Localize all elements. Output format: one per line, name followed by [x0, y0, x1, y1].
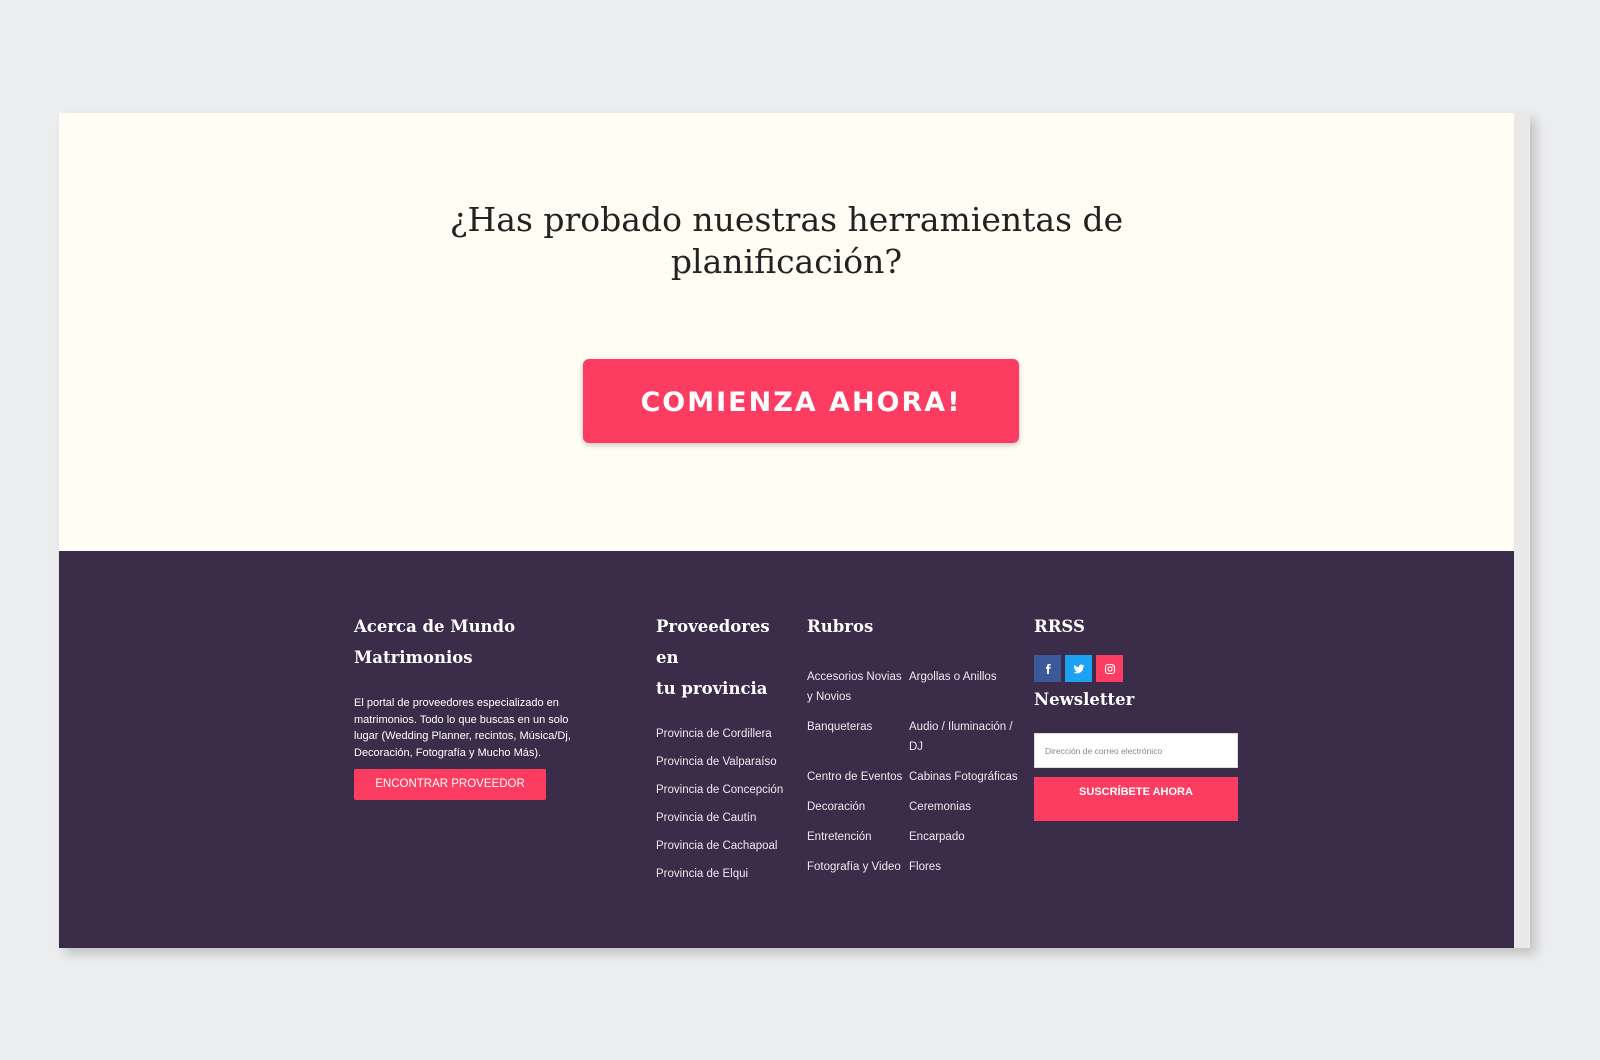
rubro-link[interactable]: Ceremonias	[909, 797, 1019, 817]
province-link[interactable]: Provincia de Valparaíso	[656, 754, 796, 771]
province-link[interactable]: Provincia de Concepción	[656, 782, 796, 799]
newsletter-title: Newsletter	[1034, 690, 1135, 709]
rrss-title: RRSS	[1034, 617, 1085, 636]
rubros-title: Rubros	[807, 617, 874, 636]
rubro-link[interactable]: Argollas o Anillos	[909, 667, 1019, 707]
hero-title-line2: planificación?	[670, 242, 903, 281]
social-icons	[1034, 655, 1239, 682]
rubro-link[interactable]: Banqueteras	[807, 717, 909, 757]
about-title-line1: Acerca de Mundo	[354, 617, 516, 636]
rubro-link[interactable]: Encarpado	[909, 827, 1019, 847]
province-link[interactable]: Provincia de Cachapoal	[656, 838, 796, 855]
rubro-link[interactable]: Centro de Eventos	[807, 767, 909, 787]
rubro-link[interactable]: Audio / Iluminación / DJ	[909, 717, 1019, 757]
hero-title-line1: ¿Has probado nuestras herramientas de	[449, 200, 1124, 239]
twitter-icon[interactable]	[1065, 655, 1092, 682]
rubros-grid: Accesorios Novias y Novios Argollas o An…	[807, 667, 1019, 877]
email-input[interactable]	[1034, 733, 1238, 768]
hero-title: ¿Has probado nuestras herramientas de pl…	[59, 199, 1514, 283]
province-list: Provincia de Cordillera Provincia de Val…	[656, 726, 796, 883]
rubro-link[interactable]: Flores	[909, 857, 1019, 877]
find-provider-button[interactable]: ENCONTRAR PROVEEDOR	[354, 769, 546, 800]
rubro-link[interactable]: Decoración	[807, 797, 909, 817]
social-newsletter-column: RRSS Newsletter SUSCRÍBETE AHORA	[1034, 611, 1239, 821]
scrollbar[interactable]	[1514, 113, 1530, 948]
rubro-link[interactable]: Fotografía y Video	[807, 857, 909, 877]
about-title: Acerca de Mundo Matrimonios	[354, 611, 584, 673]
provinces-column: Proveedores en tu provincia Provincia de…	[656, 611, 796, 894]
provinces-title-line2: tu provincia	[656, 679, 768, 698]
subscribe-button[interactable]: SUSCRÍBETE AHORA	[1034, 777, 1238, 821]
province-link[interactable]: Provincia de Elqui	[656, 866, 796, 883]
facebook-icon[interactable]	[1034, 655, 1061, 682]
rubro-link[interactable]: Cabinas Fotográficas	[909, 767, 1019, 787]
about-title-line2: Matrimonios	[354, 648, 473, 667]
about-column: Acerca de Mundo Matrimonios El portal de…	[354, 611, 584, 800]
rubros-column: Rubros Accesorios Novias y Novios Argoll…	[807, 611, 1019, 877]
start-now-button[interactable]: COMIENZA AHORA!	[583, 359, 1019, 443]
browser-frame: ¿Has probado nuestras herramientas de pl…	[59, 113, 1530, 948]
site-footer: Acerca de Mundo Matrimonios El portal de…	[59, 551, 1514, 948]
province-link[interactable]: Provincia de Cordillera	[656, 726, 796, 743]
rubro-link[interactable]: Entretención	[807, 827, 909, 847]
instagram-icon[interactable]	[1096, 655, 1123, 682]
provinces-title-line1: Proveedores en	[656, 617, 770, 667]
about-text: El portal de proveedores especializado e…	[354, 697, 571, 759]
rubro-link[interactable]: Accesorios Novias y Novios	[807, 667, 909, 707]
hero-section: ¿Has probado nuestras herramientas de pl…	[59, 113, 1514, 551]
provinces-title: Proveedores en tu provincia	[656, 611, 796, 704]
province-link[interactable]: Provincia de Cautín	[656, 810, 796, 827]
